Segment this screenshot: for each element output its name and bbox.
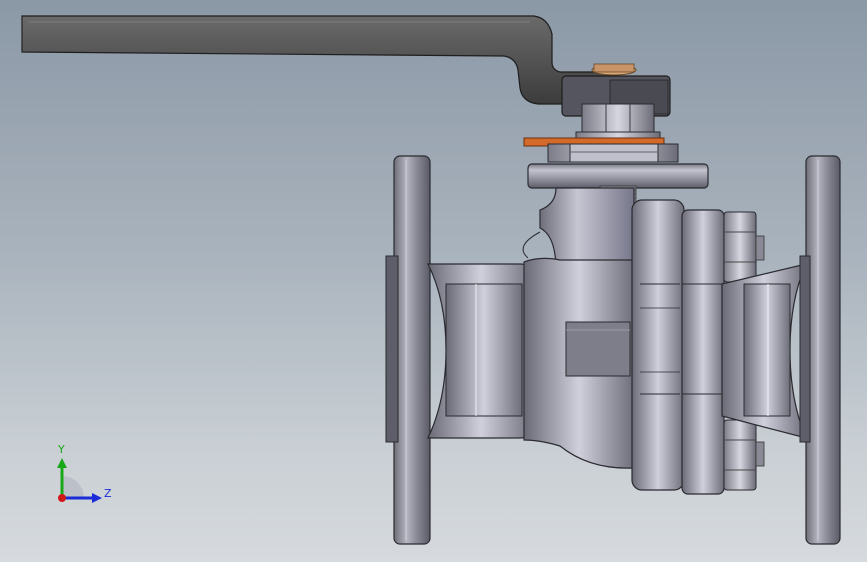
cad-model-view: Y Z bbox=[21, 15, 841, 545]
valve-body bbox=[522, 231, 635, 469]
top-bolt-nut bbox=[723, 211, 765, 283]
graphics-viewport[interactable]: Y Z bbox=[0, 0, 867, 562]
z-axis-label: Z bbox=[104, 487, 112, 500]
y-axis-arrowhead bbox=[57, 458, 67, 468]
left-flange bbox=[385, 155, 431, 545]
gland-plate bbox=[523, 137, 679, 163]
x-axis-dot bbox=[58, 494, 66, 502]
valve-neck bbox=[539, 187, 635, 271]
reference-triad: Y Z bbox=[57, 443, 112, 503]
left-body-end bbox=[427, 263, 535, 439]
handle-lever bbox=[21, 15, 615, 105]
triad-quadrant bbox=[62, 476, 84, 498]
bottom-bolt-nut bbox=[723, 419, 765, 491]
body-joint-ring bbox=[631, 199, 685, 491]
z-axis-arrowhead bbox=[92, 493, 102, 503]
bolt-flange bbox=[681, 209, 725, 495]
y-axis-label: Y bbox=[57, 443, 65, 456]
right-body-end bbox=[721, 263, 808, 439]
right-flange bbox=[799, 155, 841, 545]
lever-pin bbox=[591, 63, 637, 76]
